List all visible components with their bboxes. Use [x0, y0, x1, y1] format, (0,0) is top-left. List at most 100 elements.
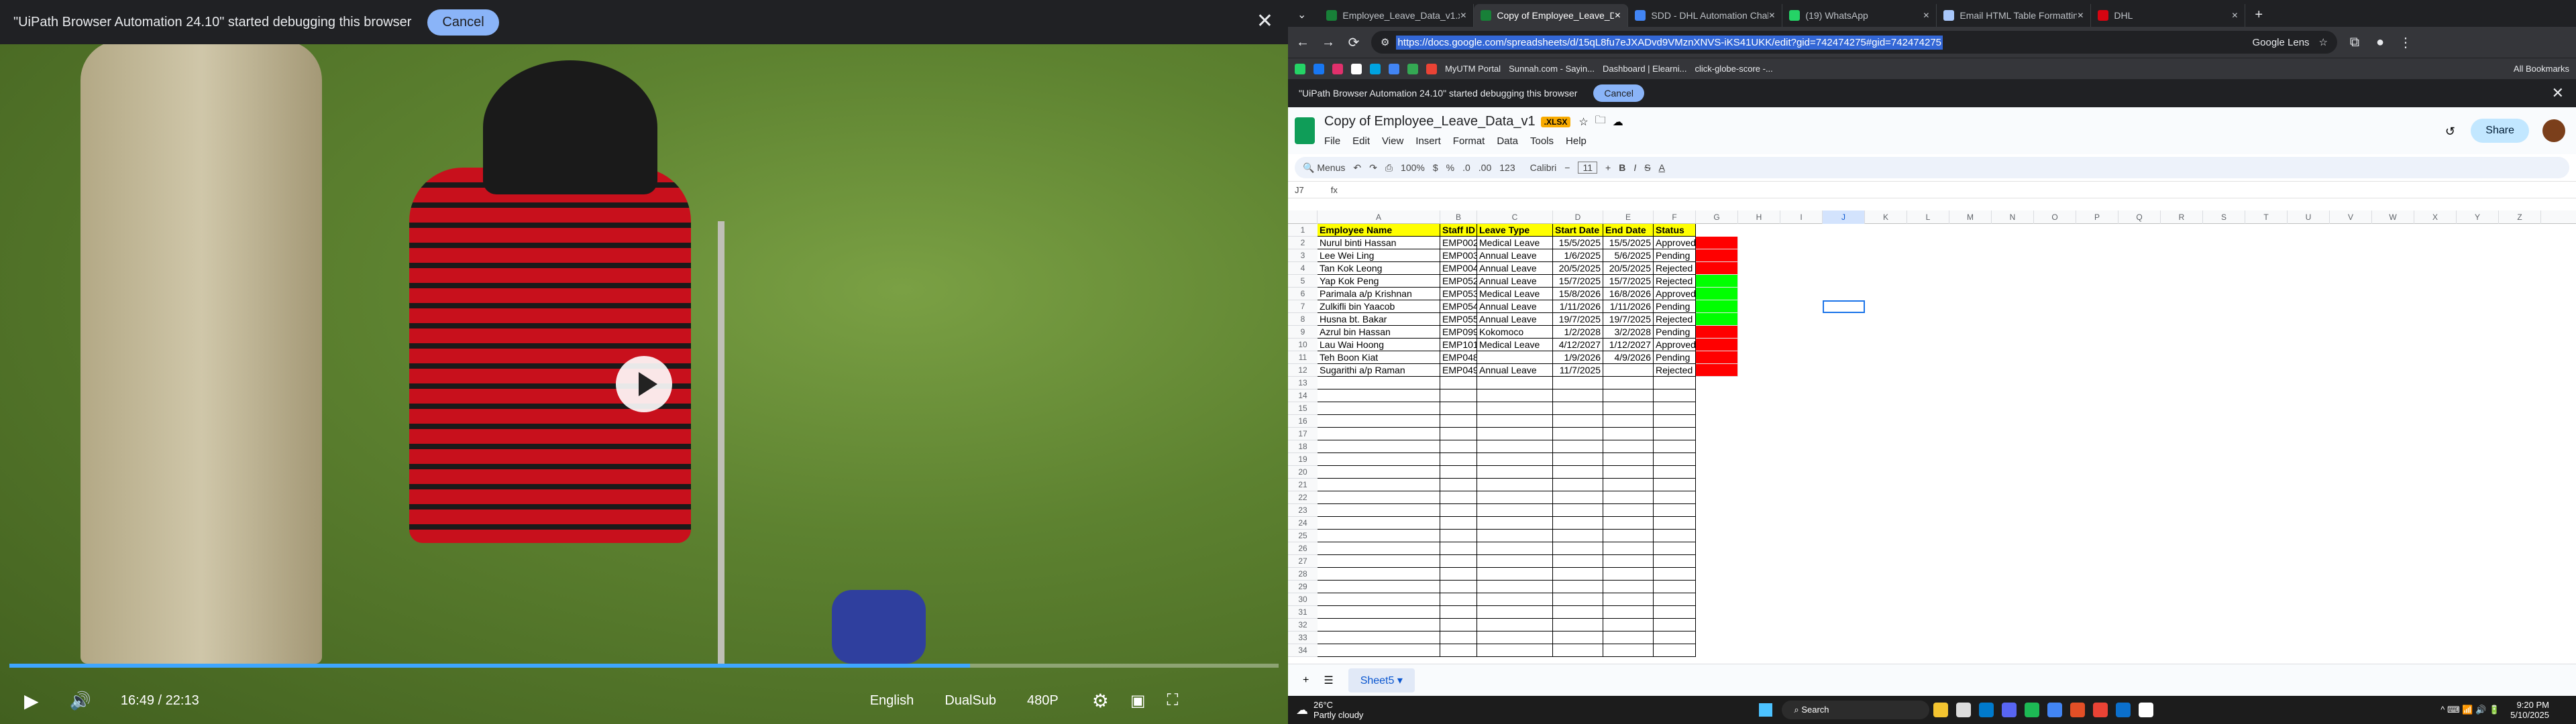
cell[interactable]: [1696, 288, 1738, 300]
cell[interactable]: [1696, 326, 1738, 339]
cell[interactable]: EMP055: [1440, 313, 1477, 326]
row-header[interactable]: 15: [1288, 402, 1318, 415]
row-header[interactable]: 4: [1288, 262, 1318, 275]
add-sheet-icon[interactable]: +: [1303, 674, 1309, 686]
spotify-icon[interactable]: [2025, 703, 2040, 717]
row-header[interactable]: 5: [1288, 275, 1318, 288]
cell[interactable]: [1440, 517, 1477, 530]
column-header-c[interactable]: C: [1477, 210, 1553, 224]
cell[interactable]: [1654, 555, 1696, 568]
cell[interactable]: [1654, 428, 1696, 440]
italic-icon[interactable]: I: [1633, 162, 1636, 173]
cell[interactable]: [1318, 453, 1440, 466]
cell[interactable]: [1440, 530, 1477, 542]
cell[interactable]: [1553, 530, 1603, 542]
increase-decimal[interactable]: .00: [1479, 162, 1491, 173]
cell[interactable]: EMP049: [1440, 364, 1477, 377]
cell[interactable]: [1553, 568, 1603, 581]
cell[interactable]: [1477, 593, 1553, 606]
font-select[interactable]: Calibri: [1530, 162, 1557, 173]
cell[interactable]: [1477, 479, 1553, 491]
browser-tab[interactable]: Copy of Employee_Leave_Data✕: [1474, 4, 1629, 27]
row-header[interactable]: 29: [1288, 581, 1318, 593]
menu-format[interactable]: Format: [1453, 135, 1485, 147]
progress-bar[interactable]: [9, 664, 1279, 668]
avatar[interactable]: [2542, 119, 2565, 142]
name-box[interactable]: J7: [1295, 185, 1304, 195]
column-header-h[interactable]: H: [1738, 210, 1780, 224]
column-header-f[interactable]: F: [1654, 210, 1696, 224]
cell[interactable]: EMP052: [1440, 275, 1477, 288]
cell[interactable]: [1440, 389, 1477, 402]
cell[interactable]: 4/12/2027: [1553, 339, 1603, 351]
cell[interactable]: [1477, 555, 1553, 568]
cell[interactable]: [1553, 479, 1603, 491]
cell[interactable]: [1440, 581, 1477, 593]
cell[interactable]: [1440, 644, 1477, 657]
cell[interactable]: [1553, 415, 1603, 428]
row-header[interactable]: 7: [1288, 300, 1318, 313]
cell[interactable]: [1318, 631, 1440, 644]
subtitle-mode[interactable]: DualSub: [945, 693, 996, 709]
cell[interactable]: [1553, 389, 1603, 402]
menu-file[interactable]: File: [1324, 135, 1340, 147]
cell[interactable]: Medical Leave: [1477, 288, 1553, 300]
discord-icon[interactable]: [2002, 703, 2017, 717]
cell[interactable]: [1318, 555, 1440, 568]
browser-tab[interactable]: Email HTML Table Formatting ✕: [1937, 4, 2092, 27]
cell[interactable]: 15/8/2026: [1553, 288, 1603, 300]
close-tab-icon[interactable]: ✕: [2231, 11, 2238, 20]
cell[interactable]: [1318, 389, 1440, 402]
column-header-p[interactable]: P: [2076, 210, 2118, 224]
row-header[interactable]: 13: [1288, 377, 1318, 389]
cell[interactable]: Annual Leave: [1477, 262, 1553, 275]
decrease-decimal[interactable]: .0: [1462, 162, 1470, 173]
instagram-icon[interactable]: [1332, 63, 1343, 74]
column-header-g[interactable]: G: [1696, 210, 1738, 224]
cell[interactable]: [1477, 530, 1553, 542]
cell[interactable]: [1440, 466, 1477, 479]
cell[interactable]: [1696, 262, 1738, 275]
cell[interactable]: Lee Wei Ling: [1318, 249, 1440, 262]
cell[interactable]: [1603, 428, 1654, 440]
cell[interactable]: 1/2/2028: [1553, 326, 1603, 339]
cell[interactable]: [1603, 504, 1654, 517]
cell[interactable]: Rejected: [1654, 275, 1696, 288]
cell[interactable]: [1553, 491, 1603, 504]
cell[interactable]: [1477, 351, 1553, 364]
menu-insert[interactable]: Insert: [1415, 135, 1441, 147]
cell[interactable]: [1654, 581, 1696, 593]
column-header-v[interactable]: V: [2330, 210, 2372, 224]
row-header[interactable]: 6: [1288, 288, 1318, 300]
cell[interactable]: [1318, 619, 1440, 631]
debug-cancel-button[interactable]: Cancel: [1593, 84, 1644, 102]
column-header-k[interactable]: K: [1865, 210, 1907, 224]
document-title[interactable]: Copy of Employee_Leave_Data_v1: [1324, 114, 1536, 129]
browser-tab[interactable]: SDD - DHL Automation Challe ✕: [1628, 4, 1783, 27]
cell[interactable]: [1654, 466, 1696, 479]
column-header-o[interactable]: O: [2034, 210, 2076, 224]
cell[interactable]: [1603, 479, 1654, 491]
print-icon[interactable]: ⎙: [1385, 162, 1393, 174]
browser-tab[interactable]: DHL ✕: [2091, 4, 2246, 27]
cell[interactable]: End Date: [1603, 224, 1654, 237]
cell[interactable]: [1553, 555, 1603, 568]
row-header[interactable]: 32: [1288, 619, 1318, 631]
cell[interactable]: [1440, 491, 1477, 504]
row-header[interactable]: 20: [1288, 466, 1318, 479]
cell[interactable]: 16/8/2026: [1603, 288, 1654, 300]
audio-language[interactable]: English: [870, 693, 914, 709]
omnibox[interactable]: ⚙ https://docs.google.com/spreadsheets/d…: [1371, 31, 2337, 54]
cell[interactable]: [1654, 644, 1696, 657]
cell[interactable]: [1553, 402, 1603, 415]
cell[interactable]: [1603, 555, 1654, 568]
close-icon[interactable]: ✕: [1256, 9, 1273, 33]
notion-icon[interactable]: [1956, 703, 1972, 717]
cell[interactable]: [1477, 606, 1553, 619]
cell[interactable]: [1440, 555, 1477, 568]
row-header[interactable]: 22: [1288, 491, 1318, 504]
cell[interactable]: Annual Leave: [1477, 313, 1553, 326]
cell[interactable]: [1603, 453, 1654, 466]
cell[interactable]: [1477, 402, 1553, 415]
row-header[interactable]: 33: [1288, 631, 1318, 644]
